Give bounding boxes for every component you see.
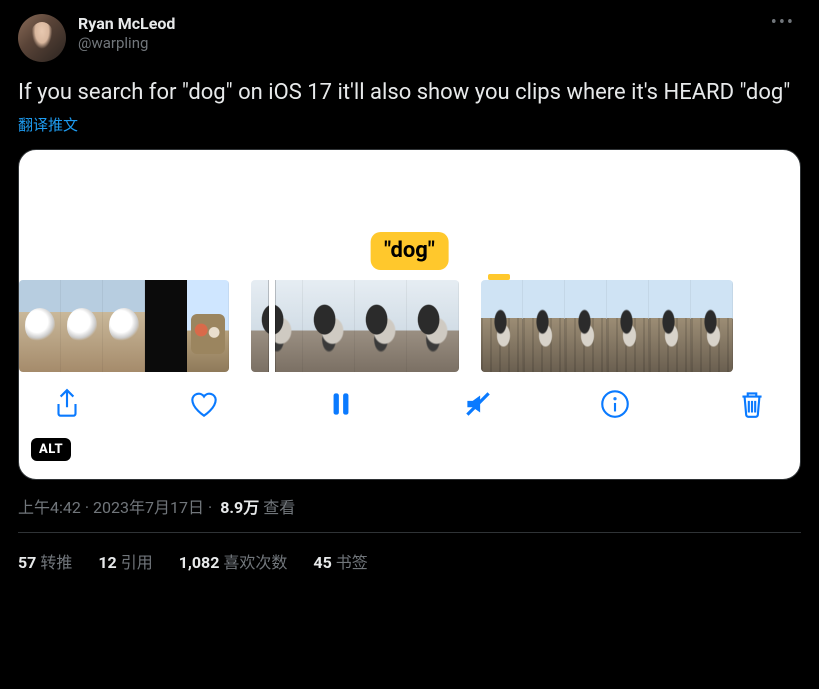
playhead[interactable]	[269, 280, 275, 372]
info-icon[interactable]	[595, 384, 635, 424]
date: 2023年7月17日	[93, 494, 204, 518]
alt-badge[interactable]: ALT	[31, 438, 71, 461]
handle: @warpling	[78, 34, 765, 52]
filmstrip[interactable]	[19, 280, 800, 378]
media-card[interactable]: "dog"	[18, 149, 801, 480]
quotes[interactable]: 12引用	[98, 549, 152, 573]
views-label: 查看	[263, 494, 295, 518]
tweet-text: If you search for "dog" on iOS 17 it'll …	[18, 78, 801, 108]
time: 上午4:42	[18, 494, 81, 518]
tweet-header: Ryan McLeod @warpling •••	[18, 14, 801, 62]
heart-icon[interactable]	[184, 384, 224, 424]
pause-icon[interactable]	[321, 384, 361, 424]
views-count: 8.9万	[220, 494, 259, 518]
clip-thumbnail[interactable]	[251, 280, 459, 372]
tweet-meta[interactable]: 上午4:42 · 2023年7月17日 · 8.9万 查看	[18, 494, 801, 518]
tweet: Ryan McLeod @warpling ••• If you search …	[0, 0, 819, 573]
likes[interactable]: 1,082喜欢次数	[179, 549, 288, 573]
retweets[interactable]: 57转推	[18, 549, 72, 573]
avatar[interactable]	[18, 14, 66, 62]
display-name: Ryan McLeod	[78, 14, 765, 33]
trash-icon[interactable]	[732, 384, 772, 424]
caption-tag: "dog"	[370, 232, 449, 270]
share-icon[interactable]	[47, 384, 87, 424]
more-icon[interactable]: •••	[765, 14, 801, 32]
mute-icon[interactable]	[458, 384, 498, 424]
tweet-stats: 57转推 12引用 1,082喜欢次数 45书签	[18, 533, 801, 573]
translate-link[interactable]: 翻译推文	[18, 114, 801, 135]
clip-thumbnail[interactable]	[481, 280, 733, 372]
bookmarks[interactable]: 45书签	[313, 549, 367, 573]
media-top: "dog"	[19, 150, 800, 280]
media-toolbar	[19, 378, 800, 446]
author-names[interactable]: Ryan McLeod @warpling	[78, 14, 765, 52]
clip-thumbnail[interactable]	[19, 280, 229, 372]
